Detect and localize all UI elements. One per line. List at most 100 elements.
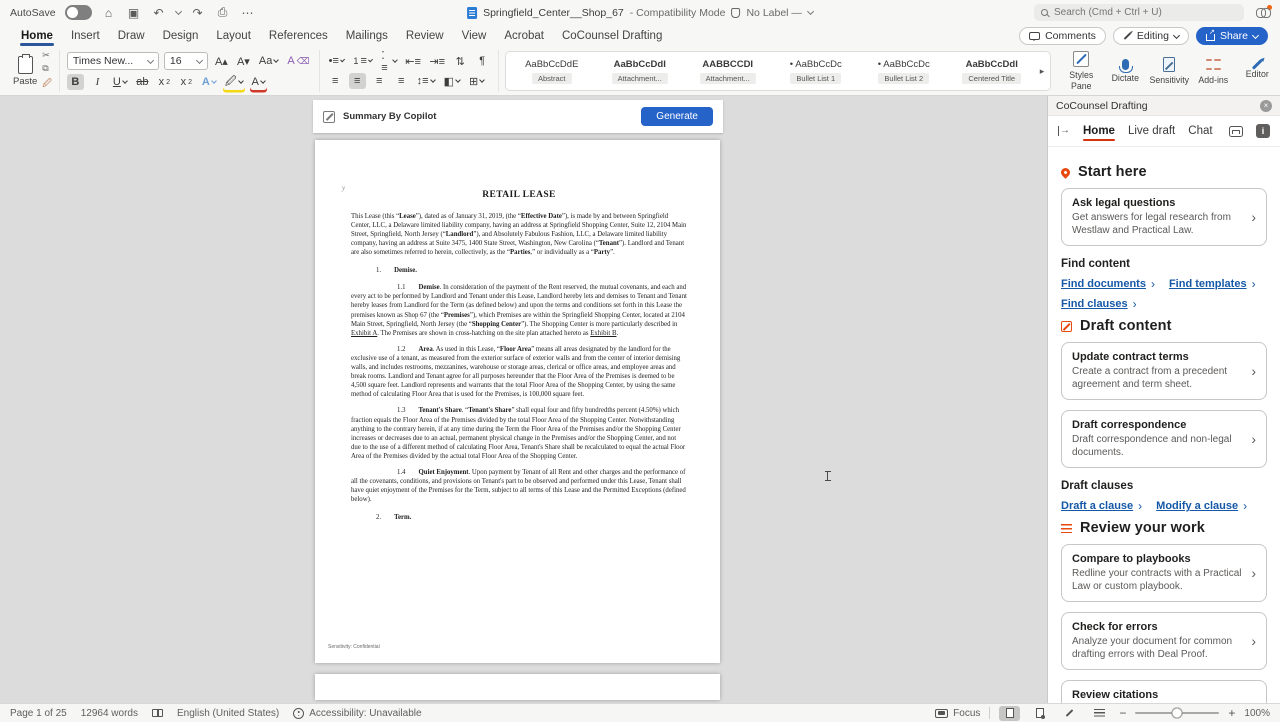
- search-box[interactable]: [1034, 4, 1244, 21]
- ribbon-tab-mailings[interactable]: Mailings: [337, 28, 397, 47]
- save-icon[interactable]: ▣: [126, 5, 142, 21]
- proofing-icon[interactable]: [152, 709, 163, 717]
- card-review-citations[interactable]: Review citations Check legal status and …: [1061, 680, 1267, 703]
- panel-tab-home[interactable]: Home: [1083, 118, 1115, 144]
- ribbon-button-add-ins-grid[interactable]: Add-ins: [1191, 50, 1235, 92]
- underline-button[interactable]: U: [111, 74, 129, 90]
- info-icon[interactable]: [1256, 124, 1270, 138]
- line-spacing-button[interactable]: ↕≡: [415, 73, 437, 89]
- increase-indent-button[interactable]: ⇥≡: [428, 53, 447, 69]
- word-count[interactable]: 12964 words: [81, 708, 138, 719]
- format-painter-icon[interactable]: 🖉: [42, 76, 52, 92]
- share-button[interactable]: Share: [1196, 27, 1268, 45]
- subscript-button[interactable]: x2: [156, 74, 173, 90]
- ribbon-tab-view[interactable]: View: [453, 28, 496, 47]
- redo-icon[interactable]: ↷: [190, 5, 206, 21]
- zoom-out-button[interactable]: −: [1119, 706, 1126, 720]
- ribbon-tab-home[interactable]: Home: [12, 28, 62, 47]
- more-commands-icon[interactable]: ⋯: [240, 5, 256, 21]
- share-link-icon[interactable]: [1256, 8, 1270, 17]
- ribbon-button-editor-pencil[interactable]: Editor: [1235, 50, 1279, 92]
- cut-icon[interactable]: ✂: [42, 50, 52, 61]
- print-icon[interactable]: ⎙: [215, 5, 231, 21]
- grow-font-button[interactable]: A▴: [213, 53, 230, 69]
- bold-button[interactable]: B: [67, 74, 84, 90]
- card-check-for-errors[interactable]: Check for errors Analyze your document f…: [1061, 612, 1267, 670]
- panel-link-find-documents[interactable]: Find documents: [1061, 277, 1155, 291]
- paste-button[interactable]: Paste: [13, 56, 37, 87]
- font-size-select[interactable]: 16: [164, 52, 208, 70]
- zoom-slider-thumb[interactable]: [1172, 708, 1183, 719]
- page-indicator[interactable]: Page 1 of 25: [10, 708, 67, 719]
- document-page-1[interactable]: y RETAIL LEASEThis Lease (this “Lease”),…: [315, 140, 720, 663]
- clear-formatting-button[interactable]: A⌫: [285, 53, 311, 69]
- ribbon-tab-references[interactable]: References: [260, 28, 337, 47]
- align-right-button[interactable]: ≡: [371, 73, 388, 89]
- card-draft-correspondence[interactable]: Draft correspondence Draft correspondenc…: [1061, 410, 1267, 468]
- autosave-toggle[interactable]: [65, 5, 92, 20]
- sort-button[interactable]: ⇅: [452, 53, 469, 69]
- ribbon-button-styles-pane[interactable]: Styles Pane: [1059, 50, 1103, 92]
- web-layout-view-button[interactable]: [1029, 706, 1050, 721]
- copy-icon[interactable]: ⧉: [42, 63, 52, 74]
- borders-button[interactable]: ⊞: [467, 73, 486, 89]
- bullet-list-button[interactable]: •≡: [327, 53, 347, 69]
- align-center-button[interactable]: ≡: [349, 73, 366, 89]
- text-effects-button[interactable]: A: [200, 74, 218, 90]
- panel-link-draft-a-clause[interactable]: Draft a clause: [1061, 499, 1142, 513]
- draft-view-button[interactable]: [1059, 706, 1080, 721]
- justify-button[interactable]: ≡: [393, 73, 410, 89]
- search-input[interactable]: [1054, 7, 1237, 18]
- undo-dropdown-icon[interactable]: [175, 8, 182, 15]
- gallery-more-icon[interactable]: ▸: [1038, 66, 1047, 77]
- generate-button[interactable]: Generate: [641, 107, 713, 126]
- sensitivity-label[interactable]: No Label —: [746, 7, 801, 19]
- language-indicator[interactable]: English (United States): [177, 708, 279, 719]
- multilevel-list-button[interactable]: ⁚≡: [379, 53, 398, 69]
- zoom-level[interactable]: 100%: [1244, 708, 1270, 719]
- panel-link-find-templates[interactable]: Find templates: [1169, 277, 1256, 291]
- ribbon-tab-layout[interactable]: Layout: [207, 28, 260, 47]
- home-icon[interactable]: ⌂: [101, 5, 117, 21]
- document-canvas[interactable]: Summary By Copilot Generate y RETAIL LEA…: [0, 96, 1047, 703]
- card-ask-legal-questions[interactable]: Ask legal questions Get answers for lega…: [1061, 188, 1267, 246]
- undo-icon[interactable]: ↶: [151, 5, 167, 21]
- ribbon-button-dictate-mic[interactable]: Dictate: [1103, 50, 1147, 92]
- zoom-slider[interactable]: [1135, 712, 1219, 714]
- comments-button[interactable]: Comments: [1019, 27, 1106, 45]
- collapse-panel-icon[interactable]: [1058, 126, 1070, 136]
- ribbon-tab-design[interactable]: Design: [154, 28, 208, 47]
- align-left-button[interactable]: ≡: [327, 73, 344, 89]
- close-icon[interactable]: [1260, 100, 1272, 112]
- card-update-contract-terms[interactable]: Update contract terms Create a contract …: [1061, 342, 1267, 400]
- panel-tab-live-draft[interactable]: Live draft: [1128, 118, 1175, 144]
- style-chip-bullet-list-1[interactable]: • AaBbCcDcBullet List 1: [774, 52, 858, 90]
- superscript-button[interactable]: x2: [178, 74, 195, 90]
- ribbon-tab-draw[interactable]: Draw: [109, 28, 154, 47]
- shading-button[interactable]: ◧: [442, 73, 462, 89]
- style-chip-bullet-list-2[interactable]: • AaBbCcDcBullet List 2: [862, 52, 946, 90]
- ribbon-tab-acrobat[interactable]: Acrobat: [495, 28, 553, 47]
- zoom-in-button[interactable]: +: [1228, 706, 1235, 720]
- accessibility-status[interactable]: Accessibility: Unavailable: [309, 708, 421, 719]
- decrease-indent-button[interactable]: ⇤≡: [404, 53, 423, 69]
- focus-button[interactable]: Focus: [935, 708, 980, 719]
- italic-button[interactable]: I: [89, 74, 106, 90]
- change-case-button[interactable]: Aa: [257, 53, 280, 69]
- outline-view-button[interactable]: [1089, 706, 1110, 721]
- ribbon-tab-cocounsel-drafting[interactable]: CoCounsel Drafting: [553, 28, 671, 47]
- font-name-select[interactable]: Times New...: [67, 52, 159, 70]
- document-page-2[interactable]: [315, 674, 720, 700]
- style-chip-attachment[interactable]: AaBbCcDdIAttachment...: [598, 52, 682, 90]
- ribbon-tab-insert[interactable]: Insert: [62, 28, 109, 47]
- highlight-color-button[interactable]: 🖉: [223, 74, 245, 90]
- label-dropdown-icon[interactable]: [807, 8, 814, 15]
- inbox-icon[interactable]: [1229, 126, 1243, 137]
- show-formatting-marks-button[interactable]: ¶: [474, 53, 491, 69]
- font-color-button[interactable]: A: [250, 74, 267, 90]
- shrink-font-button[interactable]: A▾: [235, 53, 252, 69]
- strikethrough-button[interactable]: ab: [134, 74, 151, 90]
- panel-link-modify-a-clause[interactable]: Modify a clause: [1156, 499, 1247, 513]
- style-chip-abstract[interactable]: AaBbCcDdEAbstract: [510, 52, 594, 90]
- card-compare-to-playbooks[interactable]: Compare to playbooks Redline your contra…: [1061, 544, 1267, 602]
